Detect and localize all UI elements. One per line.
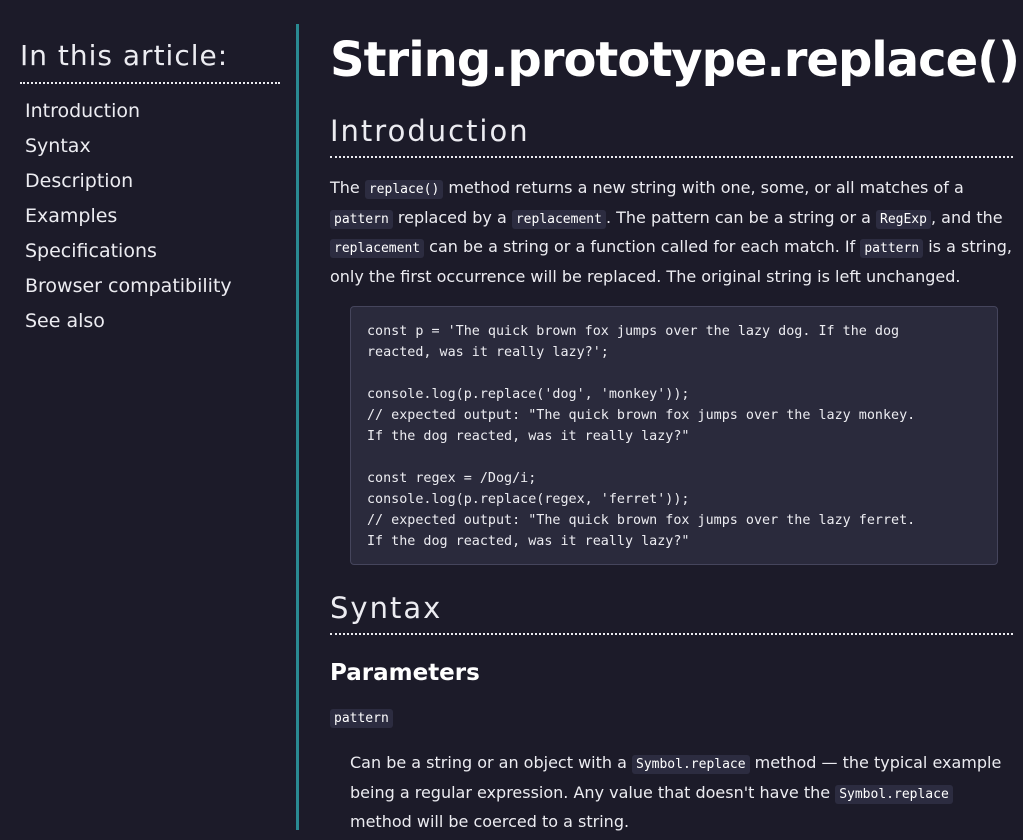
intro-paragraph: The replace() method returns a new strin…: [330, 174, 1013, 290]
toc-item: Examples: [20, 199, 280, 234]
toc-item: See also: [20, 304, 280, 339]
toc-link-see-also[interactable]: See also: [20, 304, 280, 339]
code-example-block[interactable]: const p = 'The quick brown fox jumps ove…: [350, 306, 998, 565]
parameter-term: pattern: [330, 705, 1013, 731]
sidebar-divider: [296, 24, 299, 830]
inline-code: pattern: [330, 209, 393, 229]
text-run: can be a string or a function called for…: [424, 237, 861, 256]
toc-item: Syntax: [20, 129, 280, 164]
inline-code: RegExp: [876, 209, 931, 229]
inline-code: replacement: [511, 209, 606, 229]
text-run: method returns a new string with one, so…: [443, 178, 964, 197]
inline-code: Symbol.replace: [835, 784, 953, 804]
article: String.prototype.replace() Introduction …: [330, 20, 1020, 836]
page: In this article: Introduction Syntax Des…: [0, 0, 1023, 840]
inline-code: replace(): [364, 180, 444, 199]
toc-item: Browser compatibility: [20, 269, 280, 304]
parameters-heading: Parameters: [330, 660, 480, 686]
section-heading-introduction: Introduction: [330, 106, 1013, 158]
inline-code: Symbol.replace: [632, 755, 750, 774]
toc-item: Introduction: [20, 94, 280, 129]
toc-list: Introduction Syntax Description Examples…: [20, 94, 280, 339]
toc-link-description[interactable]: Description: [20, 164, 280, 199]
table-of-contents: In this article: Introduction Syntax Des…: [20, 36, 280, 339]
inline-code: pattern: [860, 239, 924, 258]
text-run: method will be coerced to a string.: [350, 812, 630, 831]
text-run: . The pattern can be a string or a: [605, 207, 876, 227]
toc-link-examples[interactable]: Examples: [20, 199, 280, 234]
toc-link-syntax[interactable]: Syntax: [20, 129, 280, 164]
text-run: replaced by a: [392, 207, 512, 227]
text-run: , and the: [930, 207, 1003, 227]
text-run: The: [330, 178, 365, 197]
parameter-name-code: pattern: [330, 709, 393, 728]
page-title: String.prototype.replace(): [330, 32, 1020, 88]
parameter-description: Can be a string or an object with a Symb…: [350, 749, 1013, 836]
text-run: Can be a string or an object with a: [350, 753, 632, 772]
toc-title: In this article:: [20, 36, 280, 84]
toc-item: Specifications: [20, 234, 280, 269]
toc-link-introduction[interactable]: Introduction: [20, 94, 280, 129]
toc-link-browser-compatibility[interactable]: Browser compatibility: [20, 269, 280, 304]
inline-code: replacement: [330, 239, 425, 258]
toc-item: Description: [20, 164, 280, 199]
section-heading-syntax: Syntax: [330, 583, 1013, 635]
toc-link-specifications[interactable]: Specifications: [20, 234, 280, 269]
